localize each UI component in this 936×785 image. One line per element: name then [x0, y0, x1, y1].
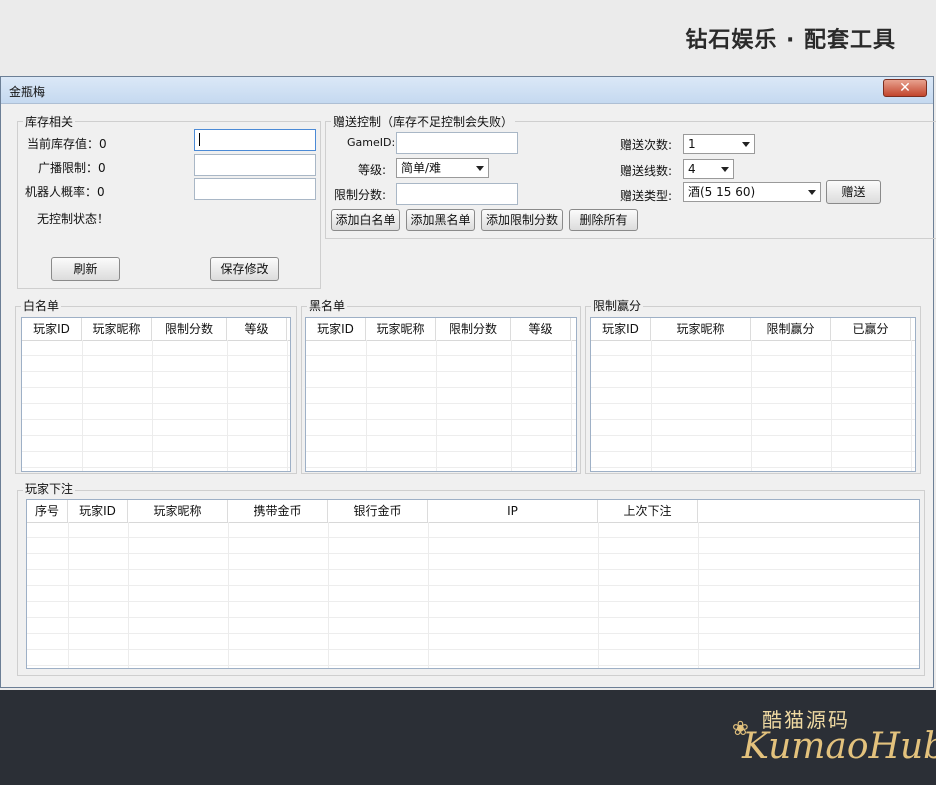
column-header[interactable]: 限制分数 — [152, 318, 227, 340]
column-header[interactable]: 等级 — [511, 318, 571, 340]
grid-line — [698, 522, 699, 668]
level-label: 等级: — [358, 163, 387, 177]
column-header[interactable]: 银行金币 — [328, 500, 428, 522]
watermark-logo: KumaoHub — [742, 726, 936, 767]
grid-line — [328, 522, 329, 668]
column-header[interactable]: 玩家昵称 — [366, 318, 436, 340]
column-header[interactable]: 上次下注 — [598, 500, 698, 522]
grid-line — [511, 340, 512, 471]
column-header[interactable]: 序号 — [27, 500, 68, 522]
whitelist-header: 玩家ID 玩家昵称 限制分数 等级 — [22, 318, 290, 341]
grid-line — [436, 340, 437, 471]
grid-line — [751, 340, 752, 471]
robot-probability-input[interactable] — [194, 178, 316, 200]
blacklist-header: 玩家ID 玩家昵称 限制分数 等级 — [306, 318, 576, 341]
column-header[interactable]: 等级 — [227, 318, 287, 340]
gift-times-value: 1 — [688, 137, 696, 151]
player-bets-header: 序号 玩家ID 玩家昵称 携带金币 银行金币 IP 上次下注 — [27, 500, 919, 523]
gift-times-label: 赠送次数: — [620, 138, 673, 152]
control-status-text: 无控制状态！ — [37, 212, 110, 226]
gift-lines-label: 赠送线数: — [620, 164, 673, 178]
column-header[interactable]: 已赢分 — [831, 318, 911, 340]
add-blacklist-button[interactable]: 添加黑名单 — [406, 209, 475, 231]
gift-times-select[interactable]: 1 — [683, 134, 755, 154]
player-bets-title: 玩家下注 — [23, 480, 76, 497]
broadcast-limit-input[interactable] — [194, 154, 316, 176]
text-caret — [199, 133, 200, 146]
column-header[interactable]: 玩家ID — [591, 318, 651, 340]
grid-line — [651, 340, 652, 471]
column-header[interactable]: 限制赢分 — [751, 318, 831, 340]
chevron-down-icon — [721, 167, 729, 172]
column-header[interactable]: 玩家昵称 — [128, 500, 228, 522]
blacklist-title: 黑名单 — [307, 297, 348, 314]
chevron-down-icon — [808, 190, 816, 195]
main-window: 金瓶梅 ✕ 库存相关 当前库存值：0 广播限制：0 机器人概率：0 无控制状态！… — [0, 76, 936, 688]
broadcast-limit-label: 广播限制：0 — [38, 161, 106, 175]
gameid-input[interactable] — [396, 132, 518, 154]
table-rows — [591, 340, 915, 471]
refresh-button[interactable]: 刷新 — [51, 257, 120, 281]
table-rows — [27, 522, 919, 668]
gift-type-value: 酒(5 15 60) — [688, 185, 756, 199]
grid-line — [128, 522, 129, 668]
column-header[interactable]: 玩家ID — [22, 318, 82, 340]
add-limit-score-button[interactable]: 添加限制分数 — [481, 209, 563, 231]
grid-line — [428, 522, 429, 668]
gift-control-group-title: 赠送控制（库存不足控制会失败） — [331, 113, 516, 130]
grid-line — [227, 340, 228, 471]
banner-title: 钻石娱乐 · 配套工具 — [685, 28, 896, 53]
chevron-down-icon — [476, 166, 484, 171]
player-bets-table[interactable]: 序号 玩家ID 玩家昵称 携带金币 银行金币 IP 上次下注 — [26, 499, 920, 669]
robot-probability-label: 机器人概率：0 — [25, 185, 105, 199]
gift-type-label: 赠送类型: — [620, 189, 673, 203]
column-header[interactable]: IP — [428, 500, 598, 522]
close-button[interactable]: ✕ — [883, 79, 927, 97]
table-rows — [22, 340, 290, 471]
column-header[interactable]: 玩家ID — [68, 500, 128, 522]
inventory-value-input[interactable] — [194, 129, 316, 151]
grid-line — [68, 522, 69, 668]
save-changes-button[interactable]: 保存修改 — [210, 257, 279, 281]
column-header[interactable]: 限制分数 — [436, 318, 511, 340]
column-header[interactable]: 携带金币 — [228, 500, 328, 522]
gameid-label: GameID: — [347, 136, 396, 149]
level-select-value: 简单/难 — [401, 161, 442, 175]
table-rows — [306, 340, 576, 471]
blacklist-table[interactable]: 玩家ID 玩家昵称 限制分数 等级 — [305, 317, 577, 472]
grid-line — [152, 340, 153, 471]
limit-win-table[interactable]: 玩家ID 玩家昵称 限制赢分 已赢分 — [590, 317, 916, 472]
whitelist-title: 白名单 — [21, 297, 62, 314]
limit-score-label: 限制分数: — [334, 188, 387, 202]
grid-line — [287, 340, 288, 471]
whitelist-table[interactable]: 玩家ID 玩家昵称 限制分数 等级 — [21, 317, 291, 472]
gift-lines-select[interactable]: 4 — [683, 159, 734, 179]
column-header[interactable]: 玩家昵称 — [651, 318, 751, 340]
chevron-down-icon — [742, 142, 750, 147]
window-title: 金瓶梅 — [9, 85, 46, 99]
grid-line — [571, 340, 572, 471]
limit-win-title: 限制赢分 — [591, 297, 644, 314]
column-header[interactable]: 玩家昵称 — [82, 318, 152, 340]
level-select[interactable]: 简单/难 — [396, 158, 489, 178]
gift-lines-value: 4 — [688, 162, 696, 176]
grid-line — [911, 340, 912, 471]
grid-line — [228, 522, 229, 668]
grid-line — [831, 340, 832, 471]
delete-all-button[interactable]: 删除所有 — [569, 209, 638, 231]
grid-line — [366, 340, 367, 471]
add-whitelist-button[interactable]: 添加白名单 — [331, 209, 400, 231]
grid-line — [598, 522, 599, 668]
gift-type-select[interactable]: 酒(5 15 60) — [683, 182, 821, 202]
inventory-group-title: 库存相关 — [23, 113, 76, 130]
grid-line — [82, 340, 83, 471]
column-header[interactable]: 玩家ID — [306, 318, 366, 340]
limit-score-input[interactable] — [396, 183, 518, 205]
gift-send-button[interactable]: 赠送 — [826, 180, 881, 204]
title-bar: 金瓶梅 ✕ — [1, 77, 933, 104]
limit-win-header: 玩家ID 玩家昵称 限制赢分 已赢分 — [591, 318, 915, 341]
current-inventory-label: 当前库存值：0 — [27, 137, 107, 151]
